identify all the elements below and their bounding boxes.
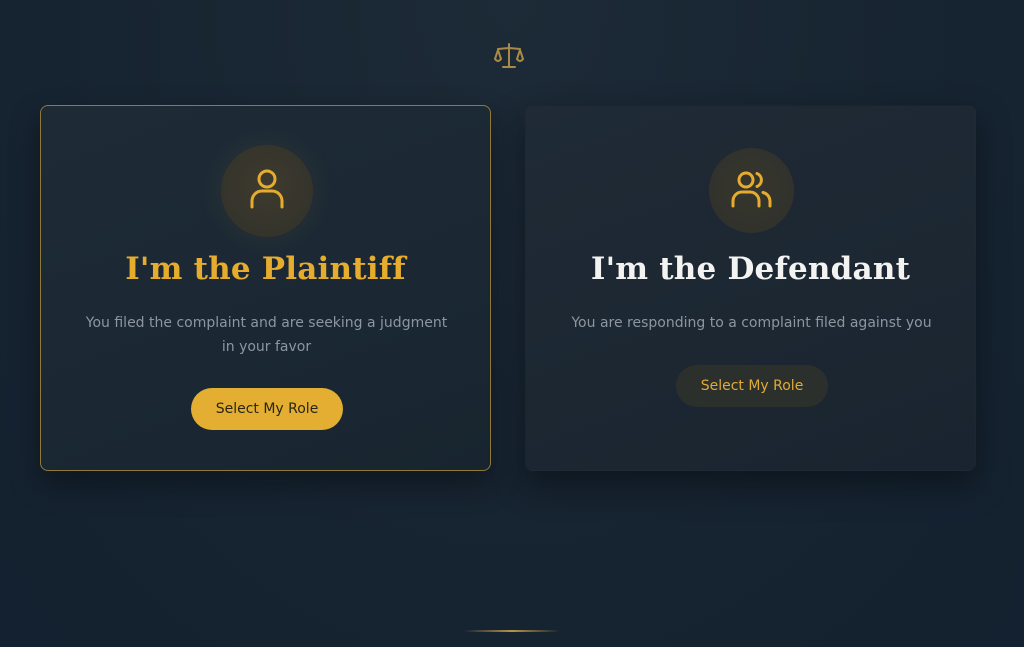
users-icon <box>731 169 773 213</box>
defendant-description: You are responding to a complaint filed … <box>571 315 932 331</box>
decorative-divider <box>464 630 560 632</box>
defendant-role-card[interactable]: I'm the Defendant You are responding to … <box>525 105 976 471</box>
defendant-title: I'm the Defendant <box>590 251 911 287</box>
plaintiff-description: You filed the complaint and are seeking … <box>85 315 448 355</box>
plaintiff-avatar <box>221 145 313 237</box>
plaintiff-role-card[interactable]: I'm the Plaintiff You filed the complain… <box>40 105 491 471</box>
plaintiff-select-role-button[interactable]: Select My Role <box>191 388 343 430</box>
defendant-select-role-button[interactable]: Select My Role <box>676 365 828 407</box>
plaintiff-title: I'm the Plaintiff <box>125 251 406 287</box>
defendant-avatar <box>709 148 794 233</box>
scales-icon <box>492 40 526 72</box>
user-icon <box>249 167 285 215</box>
